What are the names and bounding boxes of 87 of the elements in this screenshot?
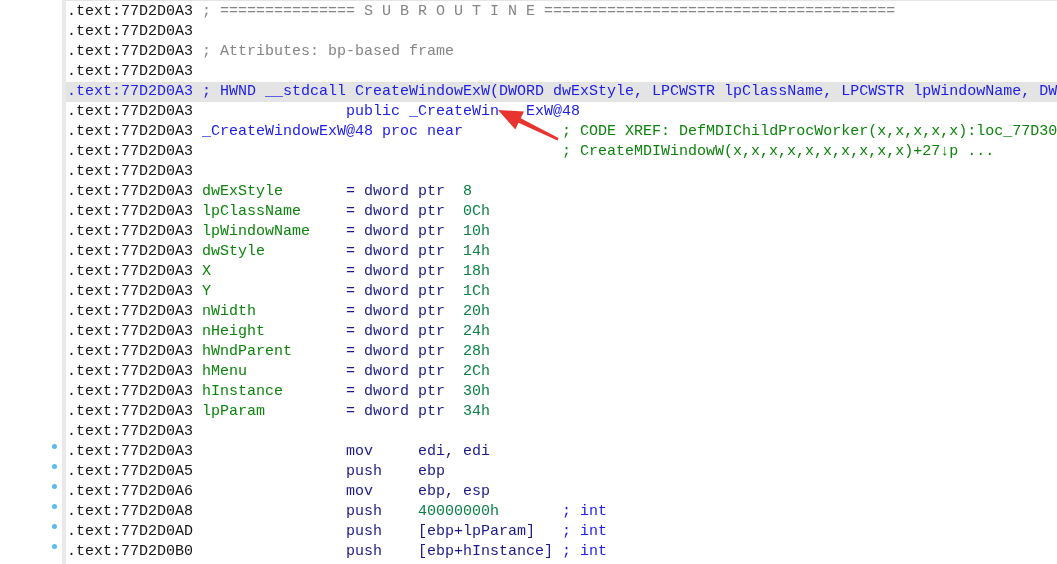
stack-offset: 8	[463, 182, 473, 202]
line-address: .text:77D2D0A3	[67, 282, 194, 302]
variable-type: = dword ptr	[346, 282, 446, 302]
variable-type: = dword ptr	[346, 302, 446, 322]
variable-type: = dword ptr	[346, 262, 446, 282]
line-address: .text:77D2D0A3	[67, 42, 194, 62]
directive-text: public _CreateWin	[346, 102, 500, 122]
line-address: .text:77D2D0A3	[67, 202, 194, 222]
variable-name: hInstance	[202, 382, 284, 402]
variable-type: = dword ptr	[346, 182, 446, 202]
variable-name: X	[202, 262, 212, 282]
function-label: _CreateWindowExW@48 proc near	[202, 122, 464, 142]
line-address: .text:77D2D0A3	[67, 382, 194, 402]
line-address: .text:77D2D0A3	[67, 442, 194, 462]
type-comment: ; int	[562, 522, 608, 542]
variable-type: = dword ptr	[346, 222, 446, 242]
line-address: .text:77D2D0A3	[67, 102, 194, 122]
line-address: .text:77D2D0AD	[67, 522, 194, 542]
stack-offset: 28h	[463, 342, 491, 362]
variable-type: = dword ptr	[346, 342, 446, 362]
directive-text: ExW@48	[526, 102, 581, 122]
instruction-mnemonic: push	[346, 522, 383, 542]
variable-type: = dword ptr	[346, 362, 446, 382]
line-address: .text:77D2D0A3	[67, 142, 194, 162]
instruction-operand: edi, edi	[418, 442, 491, 462]
instruction-mnemonic: mov	[346, 442, 374, 462]
variable-name: hWndParent	[202, 342, 293, 362]
variable-name: nHeight	[202, 322, 266, 342]
instruction-operand: [ebp+lpParam]	[418, 522, 536, 542]
function-prototype: ; HWND __stdcall CreateWindowExW(DWORD dwExStyle, LPCWSTR lpClassName, LPCWSTR lpWindowName, DW	[202, 82, 1057, 102]
stack-offset: 1Ch	[463, 282, 491, 302]
line-address: .text:77D2D0A3	[67, 362, 194, 382]
line-address: .text:77D2D0A3	[67, 222, 194, 242]
variable-name: dwStyle	[202, 242, 266, 262]
line-address: .text:77D2D0A3	[67, 402, 194, 422]
comment-text: ; =============== S U B R O U T I N E =======================================	[202, 2, 896, 22]
line-address: .text:77D2D0A3	[67, 2, 194, 22]
type-comment: ; int	[562, 542, 608, 562]
line-address: .text:77D2D0A3	[67, 262, 194, 282]
xref-comment: ; CreateMDIWindowW(x,x,x,x,x,x,x,x,x,x)+27↓p ...	[562, 142, 995, 162]
line-address: .text:77D2D0A3	[67, 182, 194, 202]
variable-name: lpWindowName	[202, 222, 311, 242]
immediate-value: 40000000h	[418, 502, 500, 522]
line-address: .text:77D2D0A3	[67, 302, 194, 322]
line-address: .text:77D2D0B0	[67, 542, 194, 562]
stack-offset: 14h	[463, 242, 491, 262]
variable-name: lpClassName	[202, 202, 302, 222]
line-address: .text:77D2D0A6	[67, 482, 194, 502]
variable-name: Y	[202, 282, 212, 302]
variable-type: = dword ptr	[346, 322, 446, 342]
variable-name: nWidth	[202, 302, 257, 322]
line-address: .text:77D2D0A3	[67, 322, 194, 342]
type-comment: ; int	[562, 502, 608, 522]
instruction-operand: ebp, esp	[418, 482, 491, 502]
instruction-operand: ebp	[418, 462, 446, 482]
stack-offset: 10h	[463, 222, 491, 242]
instruction-mnemonic: push	[346, 542, 383, 562]
comment-text: ; Attributes: bp-based frame	[202, 42, 455, 62]
line-address: .text:77D2D0A3	[67, 82, 194, 102]
line-address: .text:77D2D0A5	[67, 462, 194, 482]
variable-type: = dword ptr	[346, 382, 446, 402]
line-address: .text:77D2D0A3	[67, 22, 194, 42]
stack-offset: 18h	[463, 262, 491, 282]
variable-name: hMenu	[202, 362, 248, 382]
variable-type: = dword ptr	[346, 242, 446, 262]
stack-offset: 30h	[463, 382, 491, 402]
line-address: .text:77D2D0A8	[67, 502, 194, 522]
line-address: .text:77D2D0A3	[67, 162, 194, 182]
variable-name: dwExStyle	[202, 182, 284, 202]
stack-offset: 20h	[463, 302, 491, 322]
variable-type: = dword ptr	[346, 402, 446, 422]
line-address: .text:77D2D0A3	[67, 62, 194, 82]
line-address: .text:77D2D0A3	[67, 122, 194, 142]
stack-offset: 34h	[463, 402, 491, 422]
variable-name: lpParam	[202, 402, 266, 422]
instruction-mnemonic: mov	[346, 482, 374, 502]
stack-offset: 2Ch	[463, 362, 491, 382]
stack-offset: 0Ch	[463, 202, 491, 222]
line-address: .text:77D2D0A3	[67, 342, 194, 362]
line-address: .text:77D2D0A3	[67, 242, 194, 262]
instruction-operand: [ebp+hInstance]	[418, 542, 554, 562]
instruction-mnemonic: push	[346, 462, 383, 482]
stack-offset: 24h	[463, 322, 491, 342]
variable-type: = dword ptr	[346, 202, 446, 222]
line-address: .text:77D2D0A3	[67, 422, 194, 442]
instruction-mnemonic: push	[346, 502, 383, 522]
xref-comment: ; CODE XREF: DefMDIChildProcWorker(x,x,x,x,x):loc_77D30	[562, 122, 1057, 142]
